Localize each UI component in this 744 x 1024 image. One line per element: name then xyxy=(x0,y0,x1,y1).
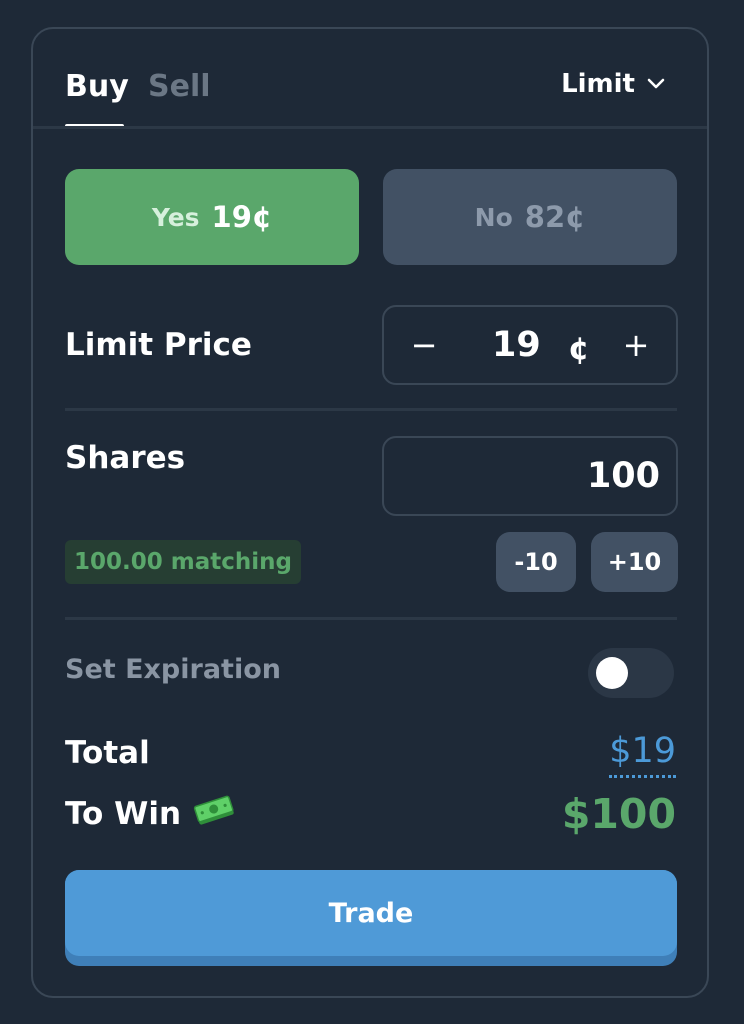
trade-button-label: Trade xyxy=(65,870,677,956)
to-win-value: $100 xyxy=(561,790,676,838)
limit-price-label: Limit Price xyxy=(65,327,252,363)
to-win-label: To Win xyxy=(65,796,182,832)
yes-price: 19¢ xyxy=(211,200,273,234)
limit-price-stepper: − 19 ¢ + xyxy=(382,305,678,385)
total-label: Total xyxy=(65,735,150,771)
plus-10-button[interactable]: +10 xyxy=(591,532,678,592)
trade-button[interactable]: Trade xyxy=(65,870,677,966)
limit-price-input[interactable]: 19 xyxy=(492,323,541,367)
matching-badge: 100.00 matching xyxy=(65,540,301,584)
tab-sell[interactable]: Sell xyxy=(148,69,211,104)
tab-buy[interactable]: Buy xyxy=(65,69,129,104)
shares-label: Shares xyxy=(65,440,186,476)
no-label: No xyxy=(474,202,513,232)
shares-input[interactable]: 100 xyxy=(382,436,678,516)
set-expiration-label: Set Expiration xyxy=(65,654,281,685)
no-outcome-button[interactable]: No 82¢ xyxy=(383,169,677,265)
toggle-knob xyxy=(596,657,628,689)
header-divider xyxy=(33,126,707,129)
order-type-dropdown[interactable]: Limit xyxy=(561,69,665,99)
chevron-down-icon xyxy=(647,78,665,90)
increment-price-button[interactable]: + xyxy=(616,323,656,367)
minus-10-button[interactable]: -10 xyxy=(496,532,576,592)
money-icon xyxy=(193,795,235,833)
yes-outcome-button[interactable]: Yes 19¢ xyxy=(65,169,359,265)
total-value[interactable]: $19 xyxy=(609,729,676,778)
expiration-toggle[interactable] xyxy=(588,648,674,698)
divider xyxy=(65,617,677,620)
decrement-price-button[interactable]: − xyxy=(404,323,444,367)
no-price: 82¢ xyxy=(524,200,586,234)
trade-panel: Buy Sell Limit Yes 19¢ No 82¢ Limit Pric… xyxy=(31,27,709,998)
to-win-row: To Win xyxy=(65,795,235,833)
price-unit: ¢ xyxy=(568,331,590,367)
order-type-label: Limit xyxy=(561,69,635,99)
divider xyxy=(65,408,677,411)
yes-label: Yes xyxy=(151,202,200,232)
